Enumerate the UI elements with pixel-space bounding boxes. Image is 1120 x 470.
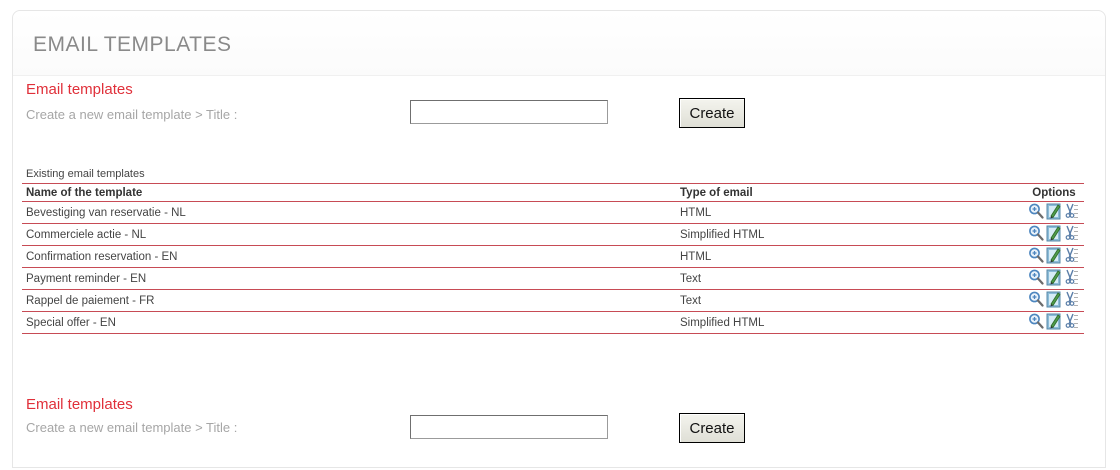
table-body: Bevestiging van reservatie - NL HTML Comme… xyxy=(22,201,1084,334)
template-name-cell: Bevestiging van reservatie - NL xyxy=(22,201,676,224)
table-row: Payment reminder - EN Text xyxy=(22,267,1084,290)
templates-table-wrap: Name of the template Type of email Optio… xyxy=(22,183,1084,334)
table-row: Confirmation reservation - EN HTML xyxy=(22,245,1084,268)
templates-table: Name of the template Type of email Optio… xyxy=(22,183,1084,334)
section-label-top: Email templates xyxy=(26,81,133,98)
row-options xyxy=(1028,202,1080,220)
template-options-cell xyxy=(1024,289,1084,312)
edit-icon[interactable] xyxy=(1046,224,1062,242)
delete-icon[interactable] xyxy=(1064,312,1080,330)
template-name-cell: Commerciele actie - NL xyxy=(22,223,676,246)
title-input-bottom[interactable] xyxy=(410,415,608,439)
existing-templates-caption: Existing email templates xyxy=(26,168,145,180)
template-options-cell xyxy=(1024,201,1084,224)
template-type-cell: Text xyxy=(676,267,1024,290)
zoom-icon[interactable] xyxy=(1028,202,1044,220)
edit-icon[interactable] xyxy=(1046,268,1062,286)
zoom-icon[interactable] xyxy=(1028,290,1044,308)
template-type-cell: Simplified HTML xyxy=(676,223,1024,246)
template-type-cell: Simplified HTML xyxy=(676,311,1024,334)
row-options xyxy=(1028,312,1080,330)
column-header-type: Type of email xyxy=(676,183,1024,202)
template-options-cell xyxy=(1024,223,1084,246)
delete-icon[interactable] xyxy=(1064,290,1080,308)
template-type-cell: HTML xyxy=(676,201,1024,224)
create-label-top: Create a new email template > Title : xyxy=(26,107,238,122)
delete-icon[interactable] xyxy=(1064,246,1080,264)
template-options-cell xyxy=(1024,267,1084,290)
edit-icon[interactable] xyxy=(1046,312,1062,330)
template-type-cell: HTML xyxy=(676,245,1024,268)
column-header-name: Name of the template xyxy=(22,183,676,202)
table-row: Bevestiging van reservatie - NL HTML xyxy=(22,201,1084,224)
zoom-icon[interactable] xyxy=(1028,246,1044,264)
table-row: Rappel de paiement - FR Text xyxy=(22,289,1084,312)
edit-icon[interactable] xyxy=(1046,290,1062,308)
row-options xyxy=(1028,224,1080,242)
template-type-cell: Text xyxy=(676,289,1024,312)
zoom-icon[interactable] xyxy=(1028,224,1044,242)
page-title: EMAIL TEMPLATES xyxy=(33,33,232,56)
delete-icon[interactable] xyxy=(1064,202,1080,220)
create-button-top[interactable]: Create xyxy=(679,98,745,128)
table-header-row: Name of the template Type of email Optio… xyxy=(22,183,1084,202)
template-name-cell: Confirmation reservation - EN xyxy=(22,245,676,268)
template-name-cell: Special offer - EN xyxy=(22,311,676,334)
delete-icon[interactable] xyxy=(1064,224,1080,242)
title-input-top[interactable] xyxy=(410,100,608,124)
row-options xyxy=(1028,268,1080,286)
delete-icon[interactable] xyxy=(1064,268,1080,286)
zoom-icon[interactable] xyxy=(1028,312,1044,330)
table-row: Commerciele actie - NL Simplified HTML xyxy=(22,223,1084,246)
template-options-cell xyxy=(1024,245,1084,268)
edit-icon[interactable] xyxy=(1046,246,1062,264)
zoom-icon[interactable] xyxy=(1028,268,1044,286)
template-options-cell xyxy=(1024,311,1084,334)
template-name-cell: Rappel de paiement - FR xyxy=(22,289,676,312)
edit-icon[interactable] xyxy=(1046,202,1062,220)
row-options xyxy=(1028,290,1080,308)
template-name-cell: Payment reminder - EN xyxy=(22,267,676,290)
section-label-bottom: Email templates xyxy=(26,396,133,413)
create-button-bottom[interactable]: Create xyxy=(679,413,745,443)
row-options xyxy=(1028,246,1080,264)
panel-header: EMAIL TEMPLATES xyxy=(13,11,1105,76)
table-row: Special offer - EN Simplified HTML xyxy=(22,311,1084,334)
create-label-bottom: Create a new email template > Title : xyxy=(26,420,238,435)
column-header-options: Options xyxy=(1024,183,1084,202)
